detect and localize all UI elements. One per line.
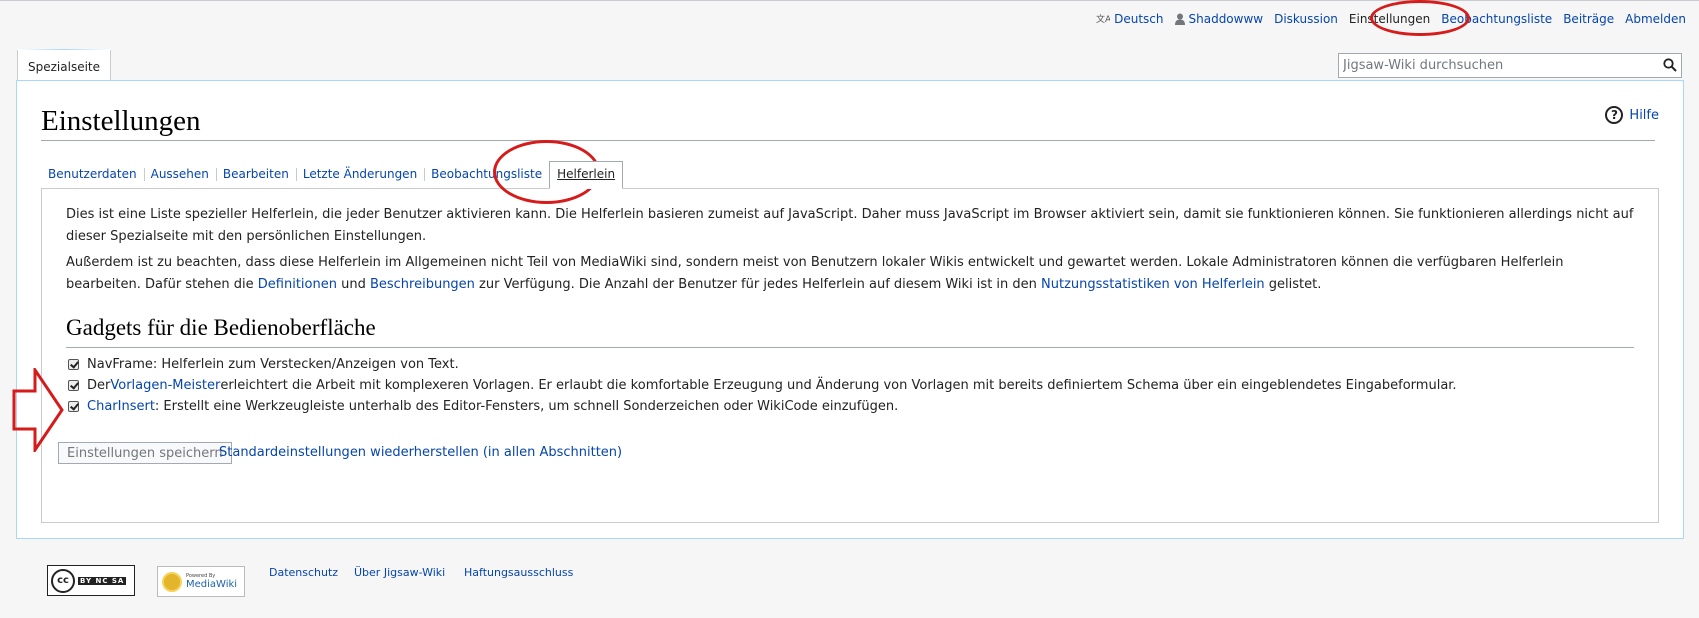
language-link[interactable]: 文A Deutsch — [1096, 12, 1163, 26]
content-area: Einstellungen ? Hilfe Benutzerdaten Auss… — [16, 80, 1684, 539]
tab-helferlein[interactable]: Helferlein — [549, 161, 624, 189]
mediawiki-flower-icon — [162, 571, 182, 592]
talk-link[interactable]: Diskussion — [1274, 12, 1338, 26]
charinsert-link[interactable]: CharInsert — [87, 399, 155, 414]
mediawiki-label: MediaWiki — [186, 579, 238, 590]
footer-link-privacy[interactable]: Datenschutz — [269, 566, 338, 579]
intro-text: gelistet. — [1264, 277, 1322, 292]
gadget-description: NavFrame: Helferlein zum Verstecken/Anze… — [87, 356, 459, 372]
section-heading: Gadgets für die Bedienoberfläche — [66, 315, 376, 340]
page-title: Einstellungen — [41, 105, 201, 137]
intro-paragraph-2: Außerdem ist zu beachten, dass diese Hel… — [66, 252, 1636, 296]
gadget-checkbox-vorlagen-meister[interactable] — [68, 379, 79, 391]
help-link[interactable]: ? Hilfe — [1605, 106, 1659, 124]
translate-icon: 文A — [1096, 13, 1110, 25]
intro-text: und — [336, 277, 370, 292]
definitions-link[interactable]: Definitionen — [258, 277, 337, 292]
gadget-row-navframe: NavFrame: Helferlein zum Verstecken/Anze… — [68, 354, 459, 374]
gadget-row-charinsert: CharInsert: Erstellt eine Werkzeugleiste… — [68, 396, 898, 416]
gadget-checkbox-charinsert[interactable] — [68, 400, 79, 412]
powered-by-mediawiki-logo[interactable]: Powered By MediaWiki — [157, 566, 245, 597]
vorlagen-meister-link[interactable]: Vorlagen-Meister — [110, 378, 220, 393]
gadget-description: erleichtert die Arbeit mit komplexeren V… — [220, 377, 1457, 393]
cc-license-logo[interactable]: cc BY NC SA — [47, 565, 135, 596]
footer-link-disclaimer[interactable]: Haftungsausschluss — [464, 566, 573, 579]
annotation-arrow-icon — [12, 368, 64, 452]
title-divider — [41, 140, 1655, 141]
reset-defaults-link[interactable]: Standardeinstellungen wiederherstellen (… — [219, 445, 622, 460]
tab-bearbeiten[interactable]: Bearbeiten — [215, 161, 296, 188]
section-divider — [66, 347, 1634, 348]
tab-benutzerdaten[interactable]: Benutzerdaten — [41, 161, 144, 188]
gadget-description: : Erstellt eine Werkzeugleiste unterhalb… — [154, 398, 899, 414]
tab-aussehen[interactable]: Aussehen — [143, 161, 216, 188]
help-icon: ? — [1605, 106, 1624, 124]
contributions-link[interactable]: Beiträge — [1563, 12, 1614, 26]
save-button[interactable]: Einstellungen speichern — [58, 442, 232, 464]
logout-link[interactable]: Abmelden — [1625, 12, 1686, 26]
user-icon — [1174, 13, 1185, 25]
usage-statistics-link[interactable]: Nutzungsstatistiken von Helferlein — [1041, 277, 1265, 292]
top-border — [0, 0, 1699, 1]
cc-license-tags: BY NC SA — [78, 576, 127, 585]
user-label: Shaddowww — [1188, 12, 1264, 26]
gadget-checkbox-navframe[interactable] — [68, 358, 79, 370]
svg-text:文A: 文A — [1096, 13, 1110, 25]
search-icon[interactable] — [1663, 58, 1677, 72]
intro-text: zur Verfügung. Die Anzahl der Benutzer f… — [474, 277, 1042, 292]
search-box — [1338, 53, 1682, 78]
cc-icon: cc — [51, 568, 75, 593]
footer-link-about[interactable]: Über Jigsaw-Wiki — [354, 566, 445, 579]
gadgets-panel: Dies ist eine Liste spezieller Helferlei… — [41, 188, 1659, 523]
annotation-circle-preferences — [1370, 0, 1470, 36]
descriptions-link[interactable]: Beschreibungen — [370, 277, 475, 292]
user-link[interactable]: Shaddowww — [1174, 12, 1264, 26]
language-label: Deutsch — [1114, 12, 1164, 26]
help-label: Hilfe — [1629, 107, 1659, 123]
gadget-prefix: Der — [87, 377, 111, 393]
intro-paragraph-1: Dies ist eine Liste spezieller Helferlei… — [66, 207, 1634, 244]
footer: cc BY NC SA Powered By MediaWiki Datensc… — [47, 562, 1547, 602]
tab-letzte-aenderungen[interactable]: Letzte Änderungen — [295, 161, 424, 188]
gadget-row-vorlagen-meister: Der Vorlagen-Meister erleichtert die Arb… — [68, 375, 1457, 395]
tab-special-page[interactable]: Spezialseite — [17, 49, 111, 80]
search-input[interactable] — [1339, 54, 1657, 77]
